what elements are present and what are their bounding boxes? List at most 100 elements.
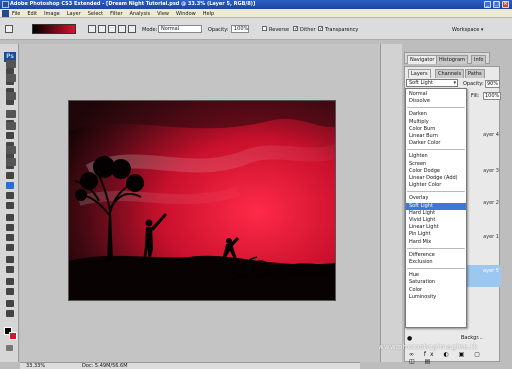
- layer-fill-field[interactable]: 100%: [483, 92, 502, 100]
- layer-footer-icons[interactable]: ∞ fx ◐ ▣ ▢ ◫ ▤: [409, 351, 499, 365]
- angle-gradient-icon[interactable]: [108, 25, 116, 33]
- notes-tool-icon[interactable]: [6, 278, 14, 285]
- menu-help[interactable]: Help: [203, 11, 214, 17]
- maximize-button[interactable]: □: [493, 1, 500, 8]
- menu-edit[interactable]: Edit: [27, 11, 37, 17]
- brushes-panel-icon[interactable]: [6, 92, 16, 100]
- blend-option-screen[interactable]: Screen: [406, 161, 466, 168]
- gradient-swatch[interactable]: [32, 24, 76, 34]
- blend-option-multiply[interactable]: Multiply: [406, 119, 466, 126]
- background-layer-label[interactable]: Backgr...: [461, 335, 483, 341]
- hand-tool-icon[interactable]: [6, 300, 14, 307]
- blend-mode-select[interactable]: Soft Light: [406, 79, 458, 87]
- blend-option-dissolve[interactable]: Dissolve: [406, 98, 466, 105]
- blend-option-linear-dodge-add[interactable]: Linear Dodge (Add): [406, 175, 466, 182]
- menu-analysis[interactable]: Analysis: [130, 11, 151, 17]
- character-panel-icon[interactable]: [6, 146, 16, 154]
- quick-mask-icon[interactable]: [6, 345, 13, 351]
- background-color-swatch[interactable]: [9, 332, 17, 340]
- minimize-button[interactable]: _: [484, 1, 491, 8]
- blend-option-vivid-light[interactable]: Vivid Light: [406, 217, 466, 224]
- layer-row[interactable]: ayer 3: [465, 165, 501, 177]
- blend-separator: [407, 247, 465, 249]
- tab-histogram[interactable]: Histogram: [436, 55, 468, 64]
- paragraph-panel-icon[interactable]: [6, 158, 16, 166]
- 3d-orbit-tool-icon[interactable]: [6, 266, 14, 273]
- menu-view[interactable]: View: [157, 11, 169, 17]
- menu-layer[interactable]: Layer: [67, 11, 81, 17]
- ps-menu-icon[interactable]: [2, 10, 9, 17]
- blend-option-hard-mix[interactable]: Hard Mix: [406, 239, 466, 246]
- gradient-tool-icon-active[interactable]: [6, 182, 14, 189]
- radial-gradient-icon[interactable]: [98, 25, 106, 33]
- gradient-tool-icon[interactable]: [5, 25, 13, 33]
- layer-row[interactable]: ayer 2: [465, 197, 501, 209]
- blend-option-saturation[interactable]: Saturation: [406, 279, 466, 286]
- blend-option-lighter-color[interactable]: Lighter Color: [406, 182, 466, 189]
- tab-info[interactable]: Info: [471, 55, 487, 64]
- layer-row[interactable]: ayer 1: [465, 231, 501, 243]
- blend-option-darker-color[interactable]: Darker Color: [406, 140, 466, 147]
- tab-channels[interactable]: Channels: [435, 69, 465, 78]
- diamond-gradient-icon[interactable]: [128, 25, 136, 33]
- blur-tool-icon[interactable]: [6, 192, 14, 199]
- photoshop-app-icon: [2, 1, 9, 8]
- blend-option-soft-light[interactable]: Soft Light: [406, 202, 466, 210]
- eye-icon[interactable]: ●: [407, 335, 412, 342]
- menu-file[interactable]: File: [12, 11, 20, 17]
- blend-option-overlay[interactable]: Overlay: [406, 195, 466, 202]
- healing-brush-tool-icon[interactable]: [6, 132, 14, 139]
- dodge-tool-icon[interactable]: [6, 202, 14, 209]
- layer-opacity-field[interactable]: 90%: [485, 80, 501, 88]
- blend-option-lighten[interactable]: Lighten: [406, 153, 466, 160]
- blend-option-linear-light[interactable]: Linear Light: [406, 224, 466, 231]
- type-tool-icon[interactable]: [6, 224, 14, 231]
- reverse-checkbox[interactable]: [262, 26, 267, 31]
- pen-tool-icon[interactable]: [6, 214, 14, 221]
- blend-option-hue[interactable]: Hue: [406, 272, 466, 279]
- mode-select[interactable]: Normal: [158, 25, 202, 33]
- tab-layers[interactable]: Layers: [408, 69, 431, 78]
- transparency-checkbox[interactable]: ✓: [318, 26, 323, 32]
- menu-filter[interactable]: Filter: [110, 11, 122, 17]
- path-selection-tool-icon[interactable]: [6, 234, 14, 241]
- eyedropper-tool-icon[interactable]: [6, 288, 14, 295]
- close-button[interactable]: ×: [502, 1, 509, 8]
- tab-paths[interactable]: Paths: [465, 69, 485, 78]
- eraser-tool-icon[interactable]: [6, 172, 14, 179]
- tool-presets-panel-icon[interactable]: [6, 122, 16, 130]
- blend-option-hard-light[interactable]: Hard Light: [406, 210, 466, 217]
- blend-option-normal[interactable]: Normal: [406, 91, 466, 98]
- history-panel-icon[interactable]: [6, 60, 16, 68]
- reflected-gradient-icon[interactable]: [118, 25, 126, 33]
- blend-option-pin-light[interactable]: Pin Light: [406, 231, 466, 238]
- menu-image[interactable]: Image: [44, 11, 60, 17]
- blend-option-color-dodge[interactable]: Color Dodge: [406, 168, 466, 175]
- layer-row-selected[interactable]: ayer 5: [465, 265, 501, 287]
- reverse-label: Reverse: [269, 27, 290, 33]
- zoom-tool-icon[interactable]: [6, 310, 14, 317]
- 3d-rotate-tool-icon[interactable]: [6, 256, 14, 263]
- blend-option-luminosity[interactable]: Luminosity: [406, 294, 466, 301]
- layer-row[interactable]: ayer 4: [465, 129, 501, 141]
- document-canvas[interactable]: [68, 100, 336, 301]
- blend-option-color-burn[interactable]: Color Burn: [406, 126, 466, 133]
- menu-select[interactable]: Select: [88, 11, 103, 17]
- linear-gradient-icon[interactable]: [88, 25, 96, 33]
- clone-source-panel-icon[interactable]: [6, 110, 16, 118]
- tab-navigator[interactable]: Navigator: [407, 55, 438, 64]
- zoom-readout[interactable]: 33.33%: [26, 363, 45, 369]
- blend-option-linear-burn[interactable]: Linear Burn: [406, 133, 466, 140]
- blend-option-exclusion[interactable]: Exclusion: [406, 259, 466, 266]
- blend-option-darken[interactable]: Darken: [406, 111, 466, 118]
- opacity-field[interactable]: 100%: [231, 25, 249, 33]
- blend-option-difference[interactable]: Difference: [406, 252, 466, 259]
- menu-window[interactable]: Window: [176, 11, 196, 17]
- actions-panel-icon[interactable]: [6, 74, 16, 82]
- workspace-menu[interactable]: Workspace ▾: [452, 27, 483, 33]
- dither-checkbox[interactable]: ✓: [293, 26, 298, 32]
- blend-option-color[interactable]: Color: [406, 287, 466, 294]
- canvas-artwork: [69, 101, 335, 300]
- blend-separator: [407, 268, 465, 270]
- shape-tool-icon[interactable]: [6, 244, 14, 251]
